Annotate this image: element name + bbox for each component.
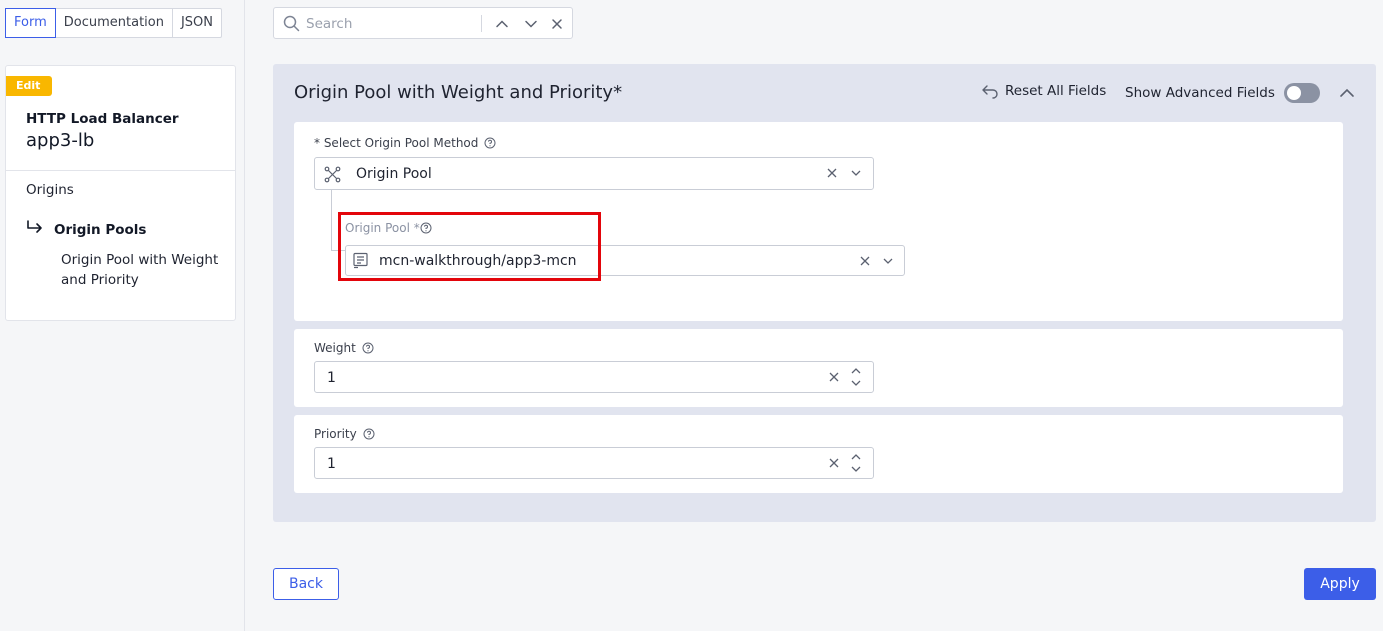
weight-label: Weight xyxy=(314,341,356,355)
method-select[interactable]: Origin Pool xyxy=(314,157,874,190)
method-box: * Select Origin Pool Method Origin Pool xyxy=(294,122,1343,321)
edit-badge: Edit xyxy=(6,76,53,96)
object-name: app3-lb xyxy=(26,130,95,151)
tab-json[interactable]: JSON xyxy=(173,9,221,37)
arrow-right-icon xyxy=(27,220,42,233)
origin-pool-label: Origin Pool * xyxy=(345,221,420,235)
list-icon xyxy=(353,252,368,269)
clear-icon[interactable] xyxy=(829,372,839,382)
search-input[interactable] xyxy=(306,14,476,34)
chevron-up-icon[interactable] xyxy=(494,16,510,32)
priority-label-row: Priority xyxy=(314,427,375,441)
left-panel: Form Documentation JSON Edit HTTP Load B… xyxy=(0,0,245,631)
priority-value: 1 xyxy=(327,456,336,472)
help-icon[interactable] xyxy=(420,222,432,234)
help-icon[interactable] xyxy=(484,137,496,149)
back-button[interactable]: Back xyxy=(273,568,339,600)
stepper-icon[interactable] xyxy=(850,452,862,474)
chevron-down-icon[interactable] xyxy=(850,167,862,179)
chevron-down-icon[interactable] xyxy=(882,255,894,267)
undo-icon xyxy=(982,85,998,99)
origin-pool-select[interactable]: mcn-walkthrough/app3-mcn xyxy=(345,245,905,276)
nav-item-origins[interactable]: Origins xyxy=(26,182,74,198)
object-type: HTTP Load Balancer xyxy=(26,111,179,127)
search-bar xyxy=(273,7,573,39)
section-title: Origin Pool with Weight and Priority* xyxy=(294,82,623,103)
clear-icon[interactable] xyxy=(829,458,839,468)
apply-button[interactable]: Apply xyxy=(1304,568,1376,600)
tab-form[interactable]: Form xyxy=(5,8,56,38)
view-tabs: Form Documentation JSON xyxy=(5,8,223,38)
stepper-icon[interactable] xyxy=(850,366,862,388)
advanced-fields-label: Show Advanced Fields xyxy=(1125,85,1275,101)
nav-item-origin-pools[interactable]: Origin Pools xyxy=(54,222,146,238)
weight-label-row: Weight xyxy=(314,341,374,355)
search-icon xyxy=(283,15,300,32)
clear-icon[interactable] xyxy=(860,256,870,266)
divider xyxy=(6,170,235,171)
method-label-row: * Select Origin Pool Method xyxy=(314,136,496,150)
help-icon[interactable] xyxy=(362,342,374,354)
weight-box: Weight 1 xyxy=(294,329,1343,407)
toggle-knob xyxy=(1287,86,1301,100)
divider xyxy=(481,15,482,32)
nav-item-origin-pool-weight-priority[interactable]: Origin Pool with Weight and Priority xyxy=(61,250,229,290)
advanced-fields-toggle[interactable] xyxy=(1284,83,1320,103)
origin-pool-section: Origin Pool with Weight and Priority* Re… xyxy=(273,64,1376,522)
chevron-up-icon[interactable] xyxy=(1338,84,1356,102)
tree-connector xyxy=(331,190,345,251)
method-label: * Select Origin Pool Method xyxy=(314,136,479,150)
chevron-down-icon[interactable] xyxy=(523,16,539,32)
priority-box: Priority 1 xyxy=(294,415,1343,493)
origin-pool-value: mcn-walkthrough/app3-mcn xyxy=(379,253,577,269)
method-value: Origin Pool xyxy=(356,166,432,182)
reset-all-fields-button[interactable]: Reset All Fields xyxy=(981,83,1106,99)
priority-label: Priority xyxy=(314,427,357,441)
weight-input[interactable]: 1 xyxy=(314,361,874,393)
tab-documentation[interactable]: Documentation xyxy=(56,9,173,37)
reset-label: Reset All Fields xyxy=(1005,83,1107,99)
close-icon[interactable] xyxy=(549,16,565,32)
origin-pool-label-row: Origin Pool * xyxy=(345,221,432,235)
clear-icon[interactable] xyxy=(827,168,837,178)
object-card: Edit HTTP Load Balancer app3-lb Origins … xyxy=(5,65,236,321)
weight-value: 1 xyxy=(327,370,336,386)
priority-input[interactable]: 1 xyxy=(314,447,874,479)
network-icon xyxy=(324,166,341,183)
help-icon[interactable] xyxy=(363,428,375,440)
